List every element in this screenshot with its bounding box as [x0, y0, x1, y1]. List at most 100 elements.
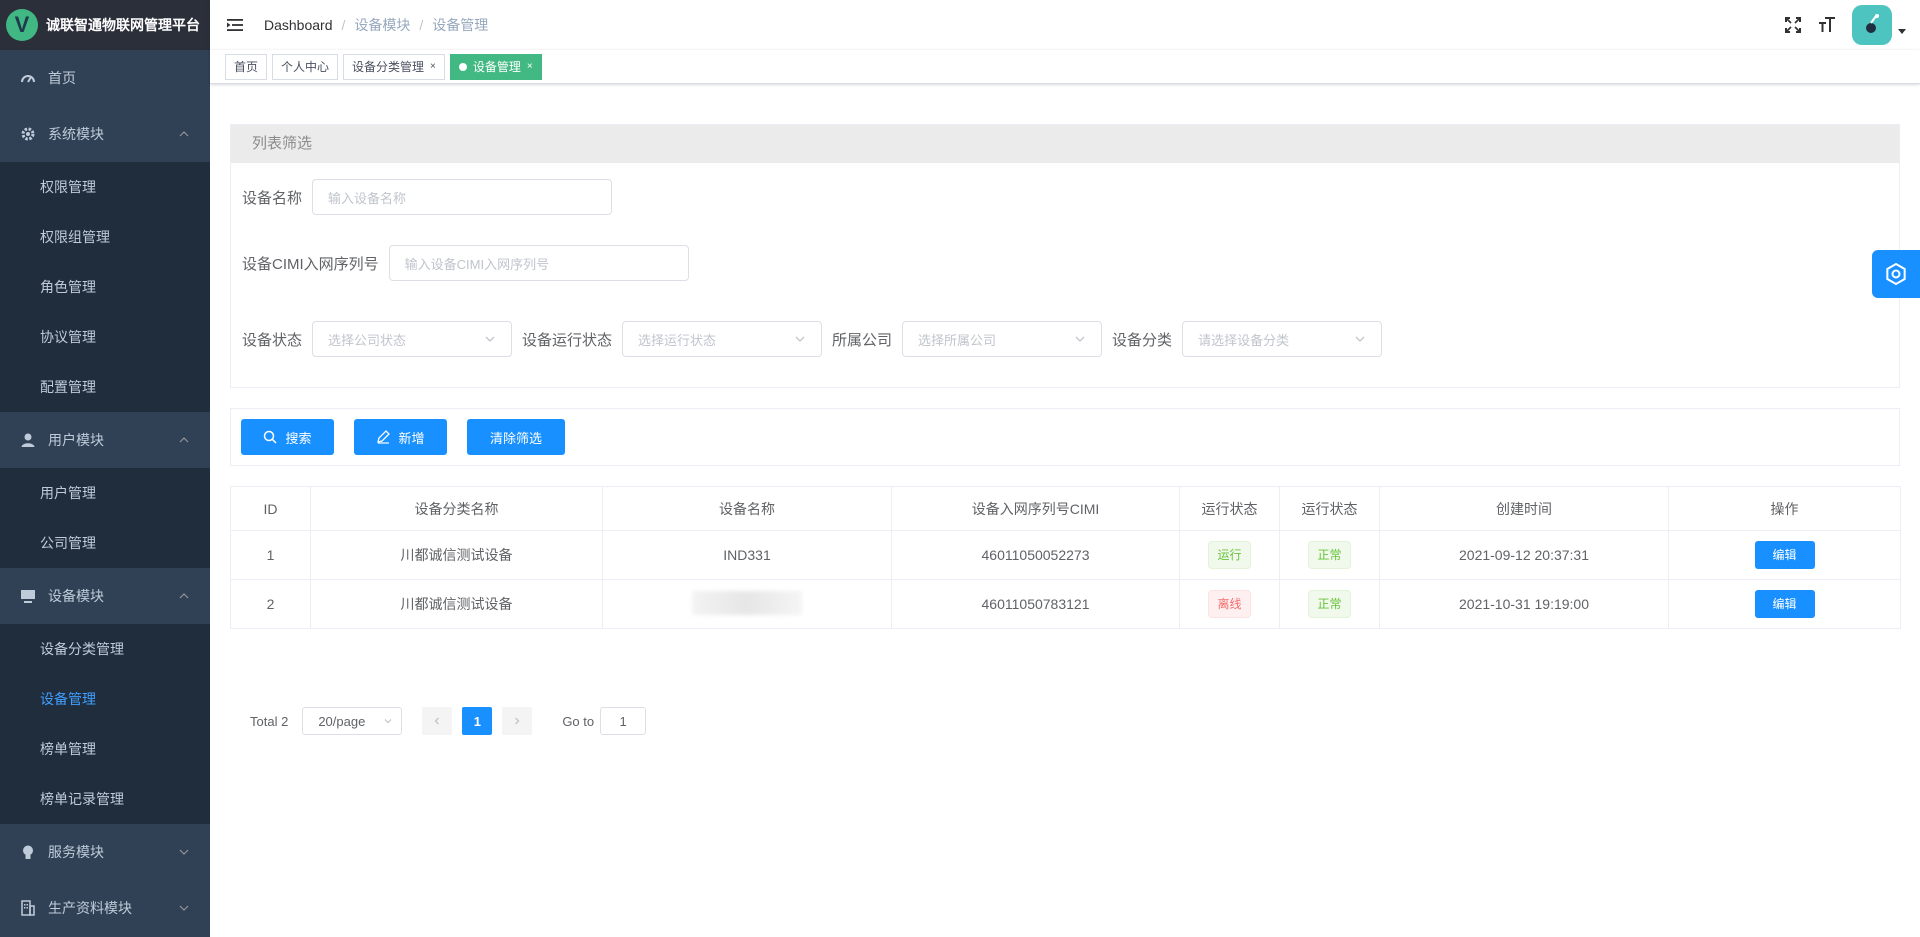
column-header[interactable]: 设备入网序列号CIMI [891, 486, 1180, 531]
table-row: 1 川都诚信测试设备 IND331 46011050052273 运行 正常 2… [230, 530, 1901, 580]
cimi-input[interactable]: 输入设备CIMI入网序列号 [388, 245, 689, 281]
sidebar-item-permission-group[interactable]: 权限组管理 [0, 212, 210, 262]
submenu-device: 设备分类管理 设备管理 榜单管理 榜单记录管理 [0, 624, 210, 824]
device-table: ID 设备分类名称 设备名称 设备入网序列号CIMI 运行状态 运行状态 创建时… [230, 486, 1901, 629]
sidebar-group-device[interactable]: 设备模块 [0, 568, 210, 624]
avatar[interactable] [1852, 5, 1892, 45]
table-header-row: ID 设备分类名称 设备名称 设备入网序列号CIMI 运行状态 运行状态 创建时… [230, 486, 1901, 531]
tag-home[interactable]: 首页 [225, 53, 268, 80]
font-size-button[interactable] [1810, 0, 1844, 50]
sidebar-item-user-manage[interactable]: 用户管理 [0, 468, 210, 518]
column-header[interactable]: 操作 [1668, 486, 1901, 531]
breadcrumb-item[interactable]: Dashboard [264, 17, 333, 33]
cell-run-state: 离线 [1179, 579, 1280, 629]
pagination: Total 2 20/page 1 Go to 1 [250, 707, 647, 735]
main-content: 列表筛选 设备名称 输入设备名称 设备CIMI入网序列号 输入设备CIMI入网序… [230, 124, 1901, 629]
sidebar-item-role[interactable]: 角色管理 [0, 262, 210, 312]
chevron-down-icon [179, 905, 189, 911]
run-status-select[interactable]: 选择运行状态 [622, 321, 823, 357]
column-header[interactable]: 创建时间 [1379, 486, 1669, 531]
menu-fold-icon [227, 19, 243, 31]
chevron-up-icon [179, 437, 189, 443]
close-icon[interactable]: × [527, 55, 533, 79]
column-header[interactable]: ID [230, 486, 311, 531]
sidebar-item-company[interactable]: 公司管理 [0, 518, 210, 568]
category-label: 设备分类 [1112, 331, 1173, 349]
goto-page-input[interactable]: 1 [600, 707, 647, 735]
sidebar-group-user[interactable]: 用户模块 [0, 412, 210, 468]
search-button-label: 搜索 [285, 430, 312, 446]
run-state-badge: 运行 [1208, 541, 1251, 569]
add-button[interactable]: 新增 [354, 419, 447, 455]
goto-label: Go to [562, 713, 595, 729]
device-name-input[interactable]: 输入设备名称 [312, 179, 613, 215]
sidebar-item-device-manage[interactable]: 设备管理 [0, 674, 210, 724]
clear-filter-button[interactable]: 清除筛选 [467, 419, 565, 455]
gear-icon [1886, 262, 1906, 286]
user-menu[interactable] [1852, 5, 1906, 45]
page-size-select[interactable]: 20/page [302, 707, 403, 735]
chevron-down-icon [384, 719, 392, 724]
bulb-icon [20, 844, 36, 860]
company-select[interactable]: 选择所属公司 [902, 321, 1103, 357]
prev-page-button[interactable] [422, 707, 453, 735]
sidebar-item-ranking-record[interactable]: 榜单记录管理 [0, 774, 210, 824]
breadcrumb-separator: / [419, 17, 424, 33]
sidebar-item-device-category[interactable]: 设备分类管理 [0, 624, 210, 674]
chevron-down-icon [179, 849, 189, 855]
cell-category: 川都诚信测试设备 [310, 530, 603, 580]
tag-device-category[interactable]: 设备分类管理 × [343, 53, 445, 80]
status-label: 设备状态 [242, 331, 303, 349]
sidebar-group-production[interactable]: 生产资料模块 [0, 880, 210, 936]
status-select[interactable]: 选择公司状态 [312, 321, 513, 357]
sidebar-item-permission[interactable]: 权限管理 [0, 162, 210, 212]
cell-status: 正常 [1279, 530, 1380, 580]
column-header[interactable]: 设备分类名称 [310, 486, 603, 531]
fullscreen-button[interactable] [1776, 0, 1810, 50]
tag-label: 个人中心 [281, 59, 330, 74]
status-badge: 正常 [1308, 541, 1351, 569]
logo[interactable]: V 诚联智通物联网管理平台 [0, 0, 210, 50]
hamburger-button[interactable] [210, 0, 260, 50]
status-select-placeholder: 选择公司状态 [328, 332, 407, 348]
sidebar-item-home[interactable]: 首页 [0, 50, 210, 106]
tag-device-manage[interactable]: 设备管理 × [449, 53, 542, 80]
search-button[interactable]: 搜索 [241, 419, 334, 455]
edit-button[interactable]: 编辑 [1754, 541, 1815, 569]
form-row-name: 设备名称 输入设备名称 [231, 179, 1899, 215]
close-icon[interactable]: × [430, 55, 436, 79]
column-header[interactable]: 运行状态 [1279, 486, 1380, 531]
column-header[interactable]: 设备名称 [602, 486, 892, 531]
sidebar-group-service[interactable]: 服务模块 [0, 824, 210, 880]
tag-label: 设备管理 [472, 59, 521, 74]
page-number-current[interactable]: 1 [462, 707, 493, 735]
tag-profile[interactable]: 个人中心 [272, 53, 339, 80]
category-select[interactable]: 请选择设备分类 [1182, 321, 1383, 357]
sidebar-group-system[interactable]: 系统模块 [0, 106, 210, 162]
edit-button[interactable]: 编辑 [1754, 590, 1815, 618]
cell-run-state: 运行 [1179, 530, 1280, 580]
company-select-placeholder: 选择所属公司 [918, 332, 997, 348]
navbar: Dashboard / 设备模块 / 设备管理 [210, 0, 1920, 50]
status-badge: 正常 [1308, 590, 1351, 618]
next-page-button[interactable] [502, 707, 533, 735]
cell-cimi: 46011050052273 [891, 530, 1180, 580]
search-icon [263, 430, 278, 444]
gear-icon [20, 126, 36, 142]
cell-action: 编辑 [1668, 530, 1901, 580]
chevron-down-icon [795, 336, 805, 342]
chevron-down-icon [1075, 336, 1085, 342]
tag-label: 首页 [234, 59, 259, 74]
chevron-down-icon [485, 336, 495, 342]
cell-cimi: 46011050783121 [891, 579, 1180, 629]
run-state-badge: 离线 [1208, 590, 1251, 618]
settings-button[interactable] [1872, 250, 1920, 298]
cell-category: 川都诚信测试设备 [310, 579, 603, 629]
sidebar-item-config[interactable]: 配置管理 [0, 362, 210, 412]
redacted-name [692, 590, 802, 615]
form-row-cimi: 设备CIMI入网序列号 输入设备CIMI入网序列号 [231, 245, 1899, 281]
column-header[interactable]: 运行状态 [1179, 486, 1280, 531]
sidebar-item-protocol[interactable]: 协议管理 [0, 312, 210, 362]
sidebar-item-ranking[interactable]: 榜单管理 [0, 724, 210, 774]
app-title: 诚联智通物联网管理平台 [46, 17, 200, 33]
